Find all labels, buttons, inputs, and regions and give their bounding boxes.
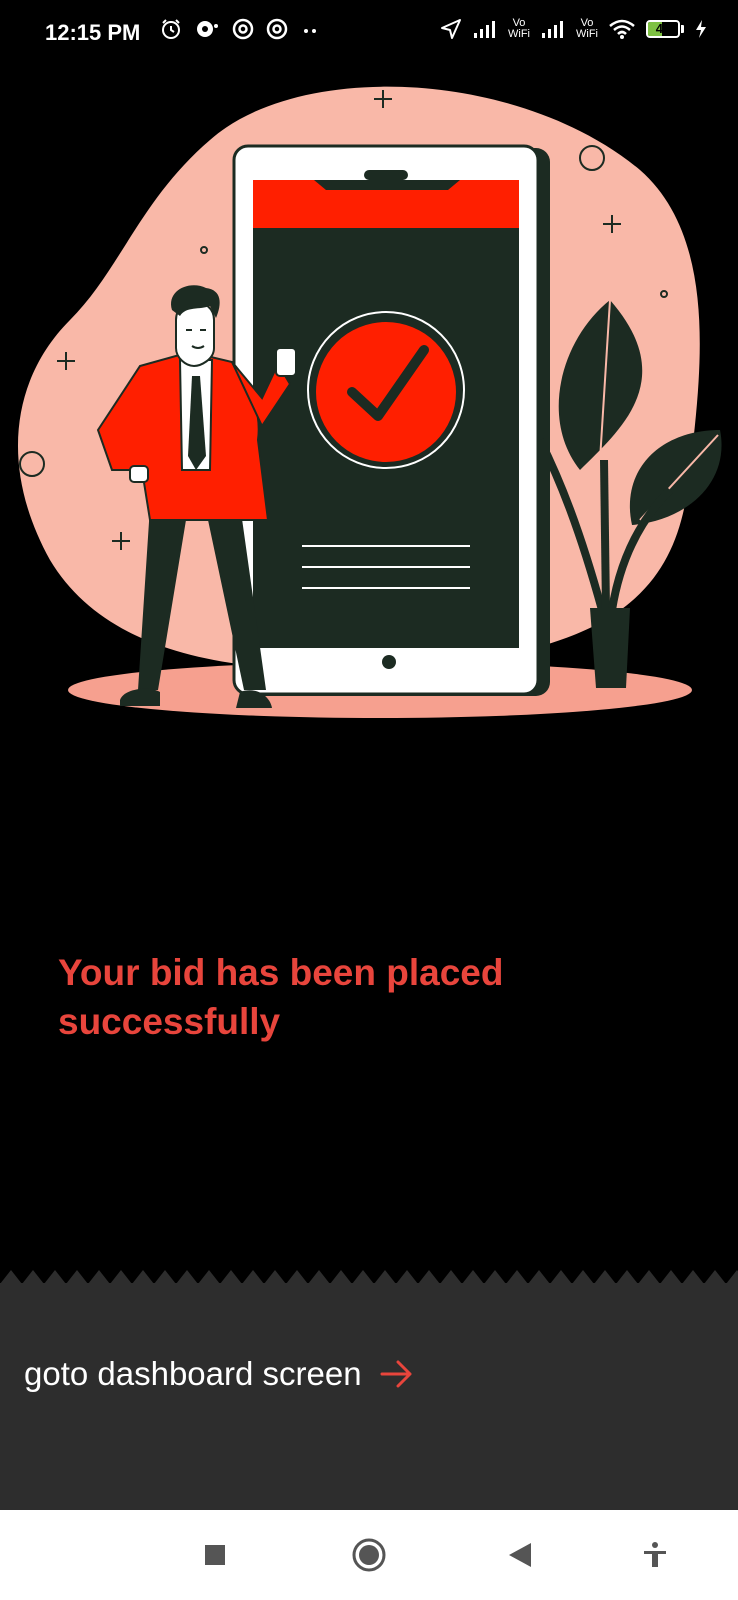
status-icons-left	[160, 18, 322, 40]
accessibility-icon	[644, 1542, 666, 1567]
status-time: 12:15 PM	[45, 20, 141, 45]
notification-icon	[197, 21, 218, 37]
signal-icon	[542, 21, 563, 38]
accessibility-button[interactable]	[630, 1530, 680, 1580]
charging-icon	[696, 20, 706, 38]
status-bar: 12:15 PM Vo WiFi Vo WiFi 45	[0, 0, 738, 70]
wifi-icon	[609, 19, 635, 39]
alarm-icon	[162, 19, 180, 39]
vowifi-label: Vo WiFi	[508, 17, 530, 40]
goto-dashboard-label: goto dashboard screen	[24, 1355, 362, 1392]
zigzag-edge	[0, 1270, 738, 1284]
back-button[interactable]	[495, 1530, 545, 1580]
app-icon	[232, 18, 254, 40]
recents-button[interactable]	[190, 1530, 240, 1580]
app-icon	[266, 18, 288, 40]
home-icon	[352, 1538, 386, 1572]
location-icon	[441, 19, 461, 39]
phone-illustration	[232, 144, 550, 696]
recents-icon	[205, 1545, 225, 1565]
signal-icon	[474, 21, 495, 38]
vowifi-label: Vo WiFi	[576, 17, 598, 40]
status-icons-right: Vo WiFi Vo WiFi 45	[440, 18, 708, 40]
arrow-right-icon	[380, 1360, 412, 1388]
success-message: Your bid has been placed successfully	[58, 952, 504, 1042]
home-button[interactable]	[344, 1530, 394, 1580]
success-illustration	[17, 86, 722, 718]
battery-icon: 45	[646, 20, 684, 38]
back-icon	[509, 1543, 531, 1567]
more-dots-icon	[304, 29, 316, 33]
navigation-bar	[0, 1510, 738, 1600]
goto-dashboard-button[interactable]: goto dashboard screen	[24, 1355, 414, 1393]
battery-level: 45	[655, 21, 671, 36]
bottom-panel	[0, 1283, 738, 1510]
